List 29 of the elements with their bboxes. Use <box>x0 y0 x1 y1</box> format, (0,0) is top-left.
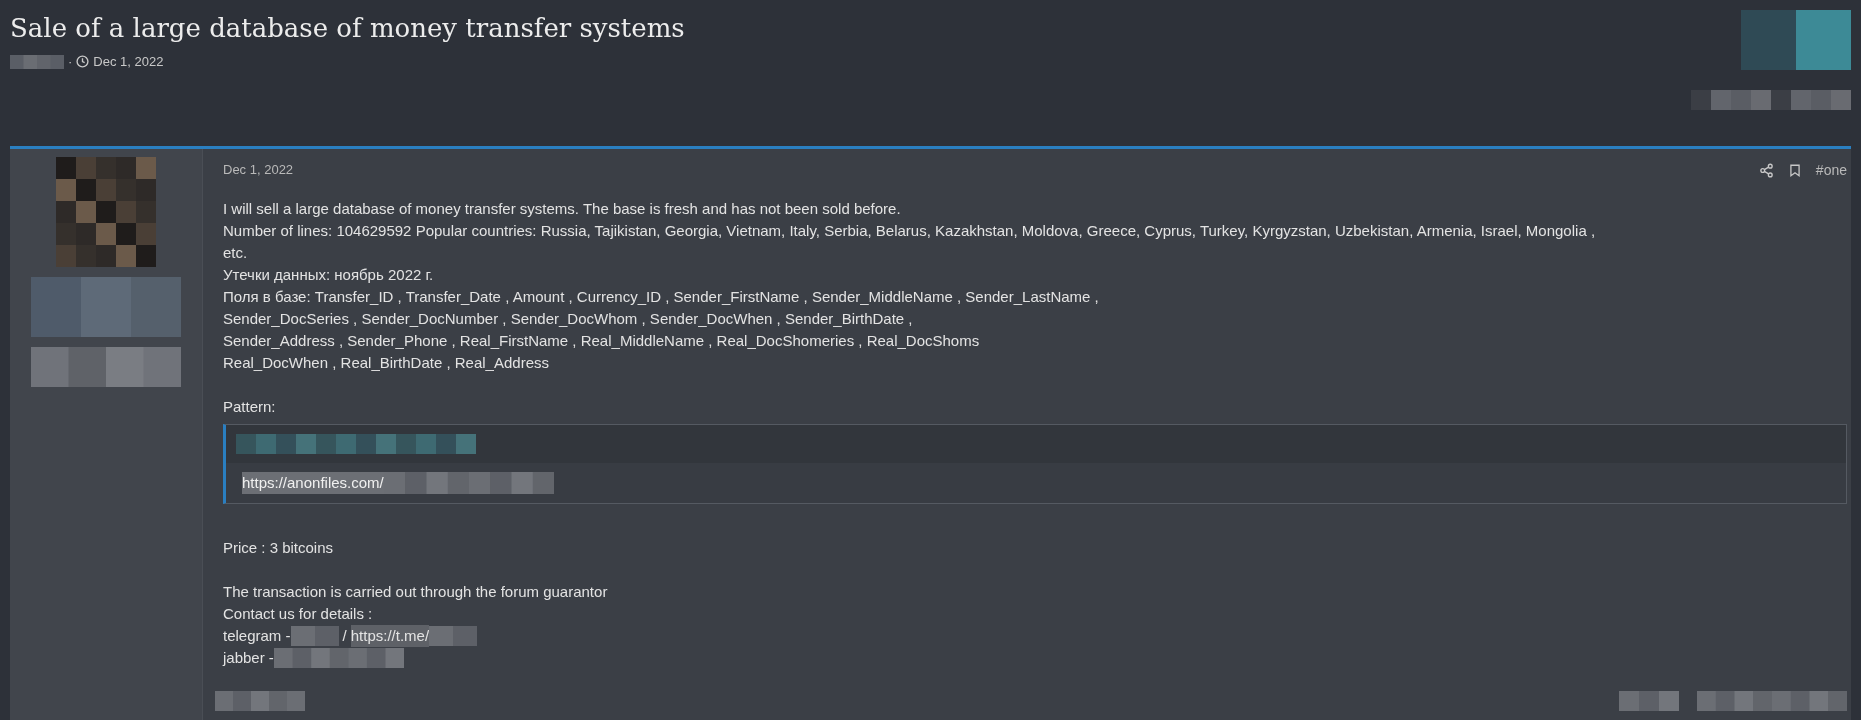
redaction-block <box>290 626 339 646</box>
share-icon[interactable] <box>1758 162 1774 178</box>
post-text: Поля в базе: Transfer_ID , Transfer_Date , Amount , Currency_ID , Sender_FirstName , Sender_MiddleName , Sender_LastName , <box>223 287 1100 307</box>
post-text: Утечки данных: ноябрь 2022 г. <box>223 265 435 285</box>
separator-dot: · <box>68 53 73 71</box>
post-text: etc. <box>223 243 249 263</box>
post-text: Contact us for details : <box>223 604 374 624</box>
post-text: Real_DocWhen , Real_BirthDate , Real_Address <box>223 353 550 373</box>
post-number[interactable]: #one <box>1815 159 1847 181</box>
redaction-block <box>1619 691 1679 711</box>
jabber-label: jabber - <box>223 648 274 668</box>
post-text: Number of lines: 104629592 Popular countries: Russia, Tajikistan, Georgia, Vietnam, Italy, Serbia, Belarus, Kazakhstan, Moldova, Greece, Cyprus, Turkey, Kyrgyzstan, Uzbekistan, Armenia, Israel, Mongolia , <box>223 221 1597 241</box>
post-text: Pattern: <box>223 397 277 417</box>
post-text: The transaction is carried out through the forum guarantor <box>223 582 609 602</box>
post-text: Sender_Address , Sender_Phone , Real_FirstName , Real_MiddleName , Real_DocShomeries , Real_DocShoms <box>223 331 981 351</box>
post-text: I will sell a large database of money transfer systems. The base is fresh and has not been sold before. <box>223 199 902 219</box>
thread-title: Sale of a large database of money transfer systems <box>10 12 685 45</box>
redaction-block <box>10 54 64 69</box>
quote-link[interactable]: https://anonfiles.com/ <box>242 472 384 494</box>
link-separator: / <box>341 626 348 646</box>
clock-icon <box>76 55 90 69</box>
post-text: Sender_DocSeries , Sender_DocNumber , Sender_DocWhom , Sender_DocWhen , Sender_BirthDate , <box>223 309 914 329</box>
post-text: Price : 3 bitcoins <box>223 538 335 558</box>
telegram-link[interactable]: https://t.me/ <box>350 625 430 647</box>
bookmark-icon[interactable] <box>1787 162 1802 178</box>
redaction-block <box>429 626 478 646</box>
telegram-label: telegram - <box>223 626 291 646</box>
post-date[interactable]: Dec 1, 2022 <box>223 159 294 181</box>
thread-date: Dec 1, 2022 <box>93 53 164 71</box>
